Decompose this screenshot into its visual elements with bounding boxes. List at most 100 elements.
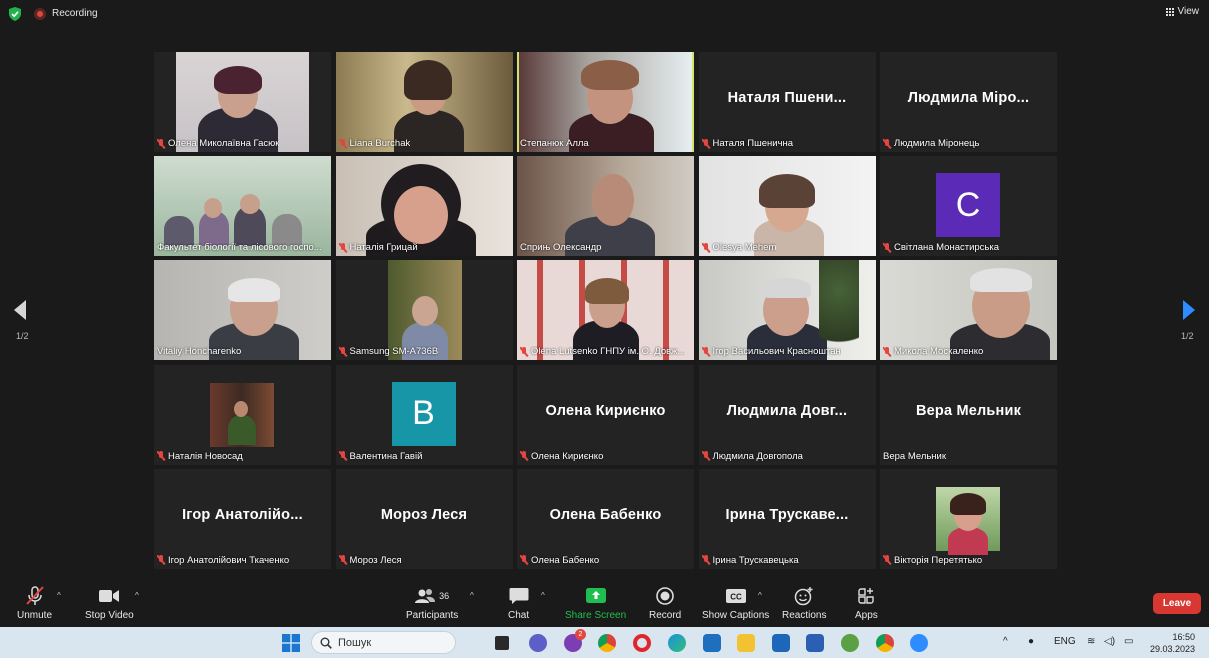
taskbar-clock[interactable]: 16:50 29.03.2023 [1150, 631, 1195, 655]
participants-options-caret-icon[interactable]: ^ [470, 591, 478, 600]
participant-tile[interactable]: Ігор Анатолійо... Ігор Анатолійович Ткач… [154, 468, 331, 569]
search-placeholder: Пошук [338, 636, 372, 649]
taskbar-search-box[interactable]: Пошук [311, 631, 456, 654]
captions-options-caret-icon[interactable]: ^ [758, 591, 766, 600]
participant-tile[interactable]: Samsung SM-A736B [335, 260, 513, 361]
participant-tile[interactable]: Liana Burchak [335, 52, 513, 152]
participant-video [335, 52, 513, 152]
next-page-arrow-icon[interactable] [1183, 300, 1195, 320]
participant-tile[interactable]: Олена Кириєнко Олена Кириєнко [517, 364, 694, 465]
mic-muted-icon [883, 242, 891, 253]
participant-tile[interactable]: Ірина Трускаве... Ірина Трускавецька [698, 468, 876, 569]
participant-tile[interactable]: Наталія Грицай [335, 156, 513, 257]
participant-video [176, 52, 309, 152]
mic-muted-icon [883, 555, 891, 565]
task-view-icon[interactable] [495, 636, 509, 650]
utorrent-icon[interactable] [841, 634, 859, 652]
view-button[interactable]: View [1165, 6, 1199, 17]
microphone-muted-icon [25, 586, 44, 605]
microphone-tray-icon[interactable]: ● [1028, 636, 1034, 647]
mic-muted-icon [883, 138, 891, 149]
file-explorer-icon[interactable] [737, 634, 755, 652]
participant-video [210, 382, 274, 447]
participant-video [698, 260, 876, 361]
participant-display-name: Людмила Міро... [907, 90, 1030, 106]
chat-options-caret-icon[interactable]: ^ [541, 591, 549, 600]
participant-tile[interactable]: Вера Мельник Вера Мельник [880, 364, 1057, 465]
participant-tile[interactable]: Людмила Довг... Людмила Довгопола [698, 364, 876, 465]
participant-name: Liana Burchak [339, 138, 410, 149]
battery-icon[interactable]: ▭ [1124, 636, 1133, 647]
participant-tile[interactable]: Сприњ Олександр [517, 156, 694, 257]
stop-video-button[interactable]: Stop Video [85, 586, 134, 621]
chrome-profile-icon[interactable] [876, 634, 894, 652]
record-button[interactable]: Record [649, 586, 681, 621]
wifi-icon[interactable]: ≋ [1087, 636, 1095, 647]
video-options-caret-icon[interactable]: ^ [135, 591, 143, 600]
participant-tile[interactable]: Вікторія Перетятько [880, 468, 1057, 569]
audio-options-caret-icon[interactable]: ^ [57, 591, 65, 600]
participant-video [880, 260, 1057, 361]
zoom-app-icon[interactable] [910, 634, 928, 652]
participant-tile[interactable]: Наталія Новосад [154, 364, 331, 465]
participant-tile-active-speaker[interactable]: Степанюк Алла [517, 52, 694, 152]
participant-name: Наталія Новосад [157, 451, 243, 462]
unmute-button[interactable]: Unmute [17, 586, 52, 621]
participant-name: Ігор Васильович Красноштан [702, 346, 841, 357]
participants-icon [415, 589, 436, 603]
participant-display-name: Вера Мельник [915, 402, 1022, 419]
chrome-icon[interactable] [598, 634, 616, 652]
language-indicator[interactable]: ENG [1054, 636, 1076, 647]
participant-tile[interactable]: Ігор Васильович Красноштан [698, 260, 876, 361]
participant-tile[interactable]: Олена Бабенко Олена Бабенко [517, 468, 694, 569]
participants-button[interactable]: 36 Participants [406, 586, 458, 621]
leave-button[interactable]: Leave [1153, 593, 1201, 614]
video-camera-icon [99, 590, 120, 602]
word-icon[interactable] [806, 634, 824, 652]
participant-tile[interactable]: Мороз Леся Мороз Леся [335, 468, 513, 569]
participant-tile[interactable]: Факультет біології та лісового госпо... [154, 156, 331, 257]
mic-muted-icon [157, 138, 165, 149]
participant-name: Vitaliy Honcharenko [157, 346, 242, 358]
participant-tile[interactable]: C Світлана Монастирська [880, 156, 1057, 257]
volume-icon[interactable]: ◁) [1104, 636, 1115, 647]
meeting-toolbar: Unmute ^ Stop Video ^ 36 Participants ^ … [0, 580, 1209, 624]
participant-tile[interactable]: Наталя Пшени... Наталя Пшенична [698, 52, 876, 152]
participant-display-name: Олена Кириєнко [545, 402, 666, 419]
search-icon [320, 637, 332, 649]
mic-muted-icon [702, 555, 710, 565]
participant-name: Мороз Леся [339, 555, 402, 566]
recording-icon [34, 8, 46, 20]
chat-button[interactable]: Chat [508, 586, 529, 621]
edge-icon[interactable] [668, 634, 686, 652]
mic-muted-icon [520, 346, 528, 357]
mic-muted-icon [339, 555, 347, 565]
reactions-button[interactable]: Reactions [782, 586, 826, 621]
participant-name: Людмила Довгопола [702, 451, 803, 462]
participant-name: Сприњ Олександр [520, 242, 602, 254]
opera-icon[interactable] [633, 634, 651, 652]
share-screen-button[interactable]: Share Screen [565, 586, 626, 621]
participant-name: Samsung SM-A736B [339, 346, 438, 357]
participant-tile[interactable]: Olesya Mehem [698, 156, 876, 257]
mail-icon[interactable] [772, 634, 790, 652]
tray-overflow-chevron-icon[interactable]: ^ [1003, 636, 1008, 647]
security-shield-icon[interactable] [9, 7, 21, 21]
participant-name: Олена Бабенко [520, 555, 599, 566]
windows-start-icon[interactable] [282, 634, 300, 652]
store-icon[interactable] [703, 634, 721, 652]
mic-muted-icon [883, 346, 891, 357]
participant-tile[interactable]: Олена Миколаївна Гасюк [154, 52, 331, 152]
mic-muted-icon [520, 451, 528, 461]
participant-tile[interactable]: Vitaliy Honcharenko [154, 260, 331, 361]
apps-button[interactable]: Apps [855, 586, 878, 621]
teams-chat-icon[interactable] [529, 634, 547, 652]
participant-tile[interactable]: Микола Москаленко [880, 260, 1057, 361]
participant-tile[interactable]: Людмила Міро... Людмила Міронець [880, 52, 1057, 152]
participant-display-name: Наталя Пшени... [727, 90, 847, 106]
previous-page-arrow-icon[interactable] [14, 300, 26, 320]
participant-tile[interactable]: Olena Lutsenko ГНПУ ім. О. Довж... [517, 260, 694, 361]
page-indicator-left: 1/2 [16, 331, 29, 341]
participant-tile[interactable]: B Валентина Гавій [335, 364, 513, 465]
participant-display-name: Ігор Анатолійо... [182, 506, 303, 523]
